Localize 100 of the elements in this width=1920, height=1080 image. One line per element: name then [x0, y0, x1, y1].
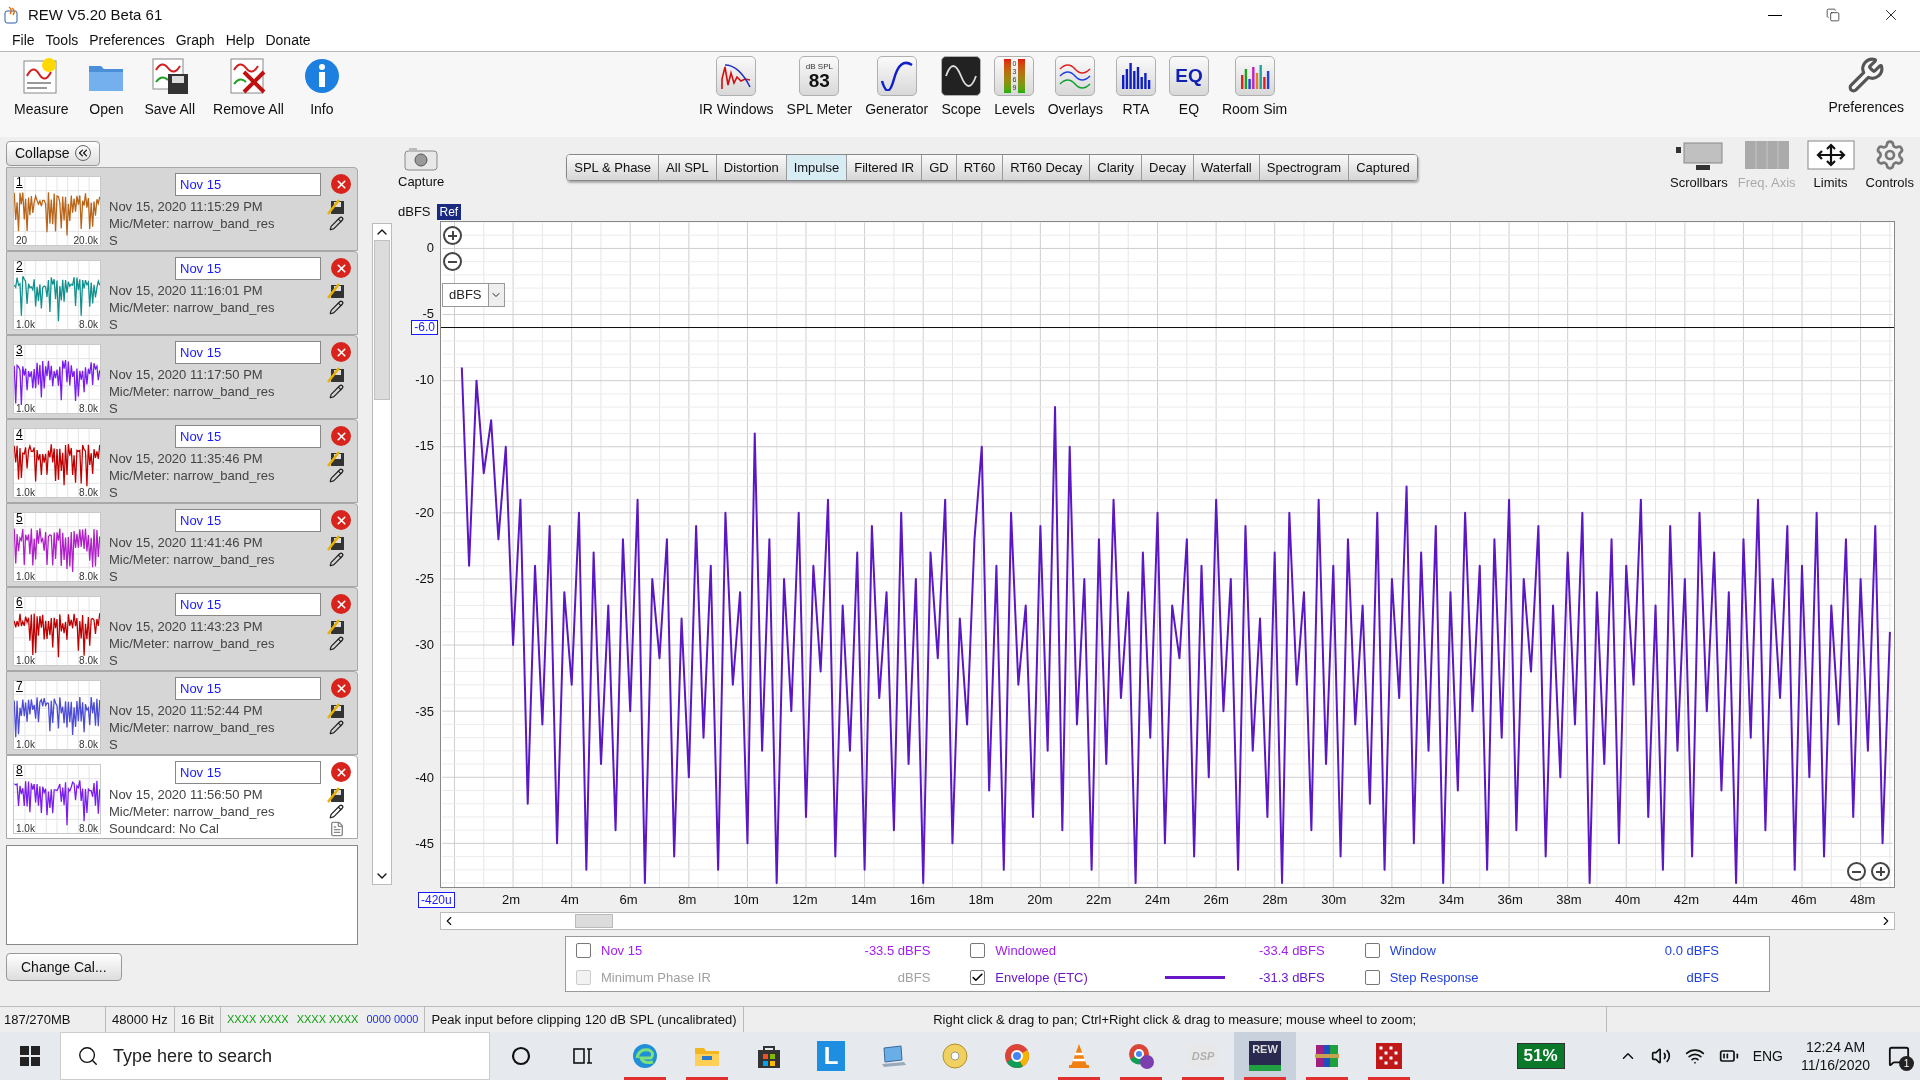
name-field[interactable]: Nov 15	[175, 340, 321, 364]
graph-tab[interactable]: Spectrogram	[1259, 155, 1350, 180]
save-icon[interactable]	[327, 534, 345, 551]
menu-item[interactable]: Tools	[45, 30, 79, 51]
search-field[interactable]: Type here to search	[60, 1032, 490, 1080]
checkbox[interactable]	[1364, 943, 1380, 958]
toolbar-button[interactable]: Generator	[859, 52, 935, 132]
name-field[interactable]: Nov 15	[175, 172, 321, 196]
delete-button[interactable]	[331, 678, 351, 698]
pen-icon[interactable]	[329, 468, 344, 483]
delete-button[interactable]	[331, 510, 351, 530]
pen-icon[interactable]	[329, 552, 344, 567]
checkbox[interactable]	[970, 970, 986, 985]
delete-button[interactable]	[331, 426, 351, 446]
graph-tab[interactable]: GD	[922, 155, 957, 180]
save-icon[interactable]	[327, 702, 345, 719]
graph-tab[interactable]: Distortion	[716, 155, 787, 180]
pen-icon[interactable]	[329, 636, 344, 651]
save-icon[interactable]	[327, 198, 345, 215]
taskbar-app[interactable]: REW	[1234, 1032, 1296, 1080]
pen-icon[interactable]	[329, 300, 344, 315]
graph-tab[interactable]: Impulse	[786, 155, 848, 180]
graph-control-button[interactable]: Limits	[1805, 139, 1856, 193]
x-start-label[interactable]: -420u	[418, 892, 455, 908]
menu-item[interactable]: Donate	[265, 30, 311, 51]
menu-item[interactable]: Preferences	[89, 30, 165, 51]
measurement-card[interactable]: 8 1.0k 8.0k Nov 15 Nov 15, 2020 11:56:50 PM Mic/Meter: narrow_band_res Soundcard: No Cal	[6, 755, 358, 839]
graph-control-button[interactable]: Scrollbars	[1670, 139, 1728, 193]
scrollbar-thumb[interactable]	[374, 240, 390, 400]
unit-dropdown[interactable]: dBFS	[442, 283, 505, 307]
measurement-card[interactable]: 5 1.0k 8.0k Nov 15 Nov 15, 2020 11:41:46 PM Mic/Meter: narrow_band_res S	[6, 503, 358, 587]
volume-icon[interactable]	[1650, 1046, 1671, 1066]
checkbox[interactable]	[576, 943, 591, 958]
toolbar-button[interactable]: Preferences	[1822, 52, 1910, 132]
name-field[interactable]: Nov 15	[175, 256, 321, 280]
toolbar-button[interactable]: dB SPL 83 SPL Meter	[780, 52, 859, 132]
delete-button[interactable]	[331, 342, 351, 362]
capture-button[interactable]: Capture	[398, 146, 445, 192]
toolbar-button[interactable]: Open	[80, 52, 133, 132]
measurement-card[interactable]: 2 1.0k 8.0k Nov 15 Nov 15, 2020 11:16:01 PM Mic/Meter: narrow_band_res S	[6, 251, 358, 335]
delete-button[interactable]	[331, 174, 351, 194]
toolbar-button[interactable]: Save All	[138, 52, 202, 132]
measurement-card[interactable]: 4 1.0k 8.0k Nov 15 Nov 15, 2020 11:35:46 PM Mic/Meter: narrow_band_res S	[6, 419, 358, 503]
name-field[interactable]: Nov 15	[175, 508, 321, 532]
vertical-scrollbar[interactable]	[372, 223, 392, 885]
measurement-card[interactable]: 7 1.0k 8.0k Nov 15 Nov 15, 2020 11:52:44 PM Mic/Meter: narrow_band_res S	[6, 671, 358, 755]
pen-icon[interactable]	[329, 216, 344, 231]
measurement-card[interactable]: 3 1.0k 8.0k Nov 15 Nov 15, 2020 11:17:50 PM Mic/Meter: narrow_band_res S	[6, 335, 358, 419]
toolbar-button[interactable]: Scope	[935, 52, 988, 132]
delete-button[interactable]	[331, 258, 351, 278]
pen-icon[interactable]	[329, 384, 344, 399]
menu-item[interactable]: Help	[225, 30, 255, 51]
pen-icon[interactable]	[329, 804, 344, 819]
collapse-button[interactable]: Collapse	[6, 140, 101, 166]
name-field[interactable]: Nov 15	[175, 592, 321, 616]
graph-tab[interactable]: Captured	[1349, 155, 1417, 180]
graph-tab[interactable]: RT60	[956, 155, 1004, 180]
save-icon[interactable]	[327, 282, 345, 299]
toolbar-button[interactable]: Remove All	[207, 52, 290, 132]
pen-icon[interactable]	[329, 720, 344, 735]
toolbar-button[interactable]: EQ EQ	[1162, 52, 1215, 132]
graph-tab[interactable]: SPL & Phase	[567, 155, 660, 180]
toolbar-button[interactable]: Room Sim	[1215, 52, 1294, 132]
name-field[interactable]: Nov 15	[175, 424, 321, 448]
measurement-card[interactable]: 6 1.0k 8.0k Nov 15 Nov 15, 2020 11:43:23 PM Mic/Meter: narrow_band_res S	[6, 587, 358, 671]
name-field[interactable]: Nov 15	[175, 676, 321, 700]
menu-item[interactable]: Graph	[175, 30, 215, 51]
checkbox[interactable]	[1364, 970, 1380, 985]
checkbox[interactable]	[970, 943, 986, 958]
horizontal-scrollbar[interactable]	[440, 912, 1895, 930]
save-icon[interactable]	[327, 786, 345, 803]
name-field[interactable]: Nov 15	[175, 760, 321, 784]
graph-tab[interactable]: RT60 Decay	[1003, 155, 1091, 180]
graph-control-button[interactable]: Controls	[1865, 139, 1914, 193]
toolbar-button[interactable]: Info	[295, 52, 348, 132]
graph-tab[interactable]: Decay	[1142, 155, 1194, 180]
search-input[interactable]: Type here to search	[113, 1042, 473, 1070]
graph-tab[interactable]: Clarity	[1090, 155, 1143, 180]
delete-button[interactable]	[331, 762, 351, 782]
graph-tab[interactable]: All SPL	[659, 155, 717, 180]
ref-badge[interactable]: Ref	[436, 204, 462, 220]
toolbar-button[interactable]: Overlays	[1041, 52, 1109, 132]
delete-button[interactable]	[331, 594, 351, 614]
save-icon[interactable]	[327, 450, 345, 467]
clock[interactable]: 12:24 AM 11/16/2020	[1796, 1038, 1874, 1074]
change-cal-button[interactable]: Change Cal...	[6, 953, 122, 981]
toolbar-button[interactable]: IR Windows	[692, 52, 780, 132]
language-indicator[interactable]: ENG	[1752, 1045, 1783, 1067]
save-icon[interactable]	[327, 366, 345, 383]
graph-tab[interactable]: Filtered IR	[847, 155, 923, 180]
toolbar-button[interactable]: Measure	[8, 52, 75, 132]
reference-level-label[interactable]: -6.0	[411, 320, 438, 336]
toolbar-button[interactable]: RTA	[1109, 52, 1162, 132]
notifications-icon[interactable]	[1888, 1045, 1910, 1067]
measurement-card[interactable]: 1 20 20.0k Nov 15 Nov 15, 2020 11:15:29 PM Mic/Meter: narrow_band_res S	[6, 167, 358, 251]
graph-tab[interactable]: Waterfall	[1193, 155, 1260, 180]
save-icon[interactable]	[327, 618, 345, 635]
menu-item[interactable]: File	[12, 30, 35, 51]
scrollbar-thumb[interactable]	[575, 914, 613, 928]
wifi-icon[interactable]	[1684, 1046, 1705, 1066]
